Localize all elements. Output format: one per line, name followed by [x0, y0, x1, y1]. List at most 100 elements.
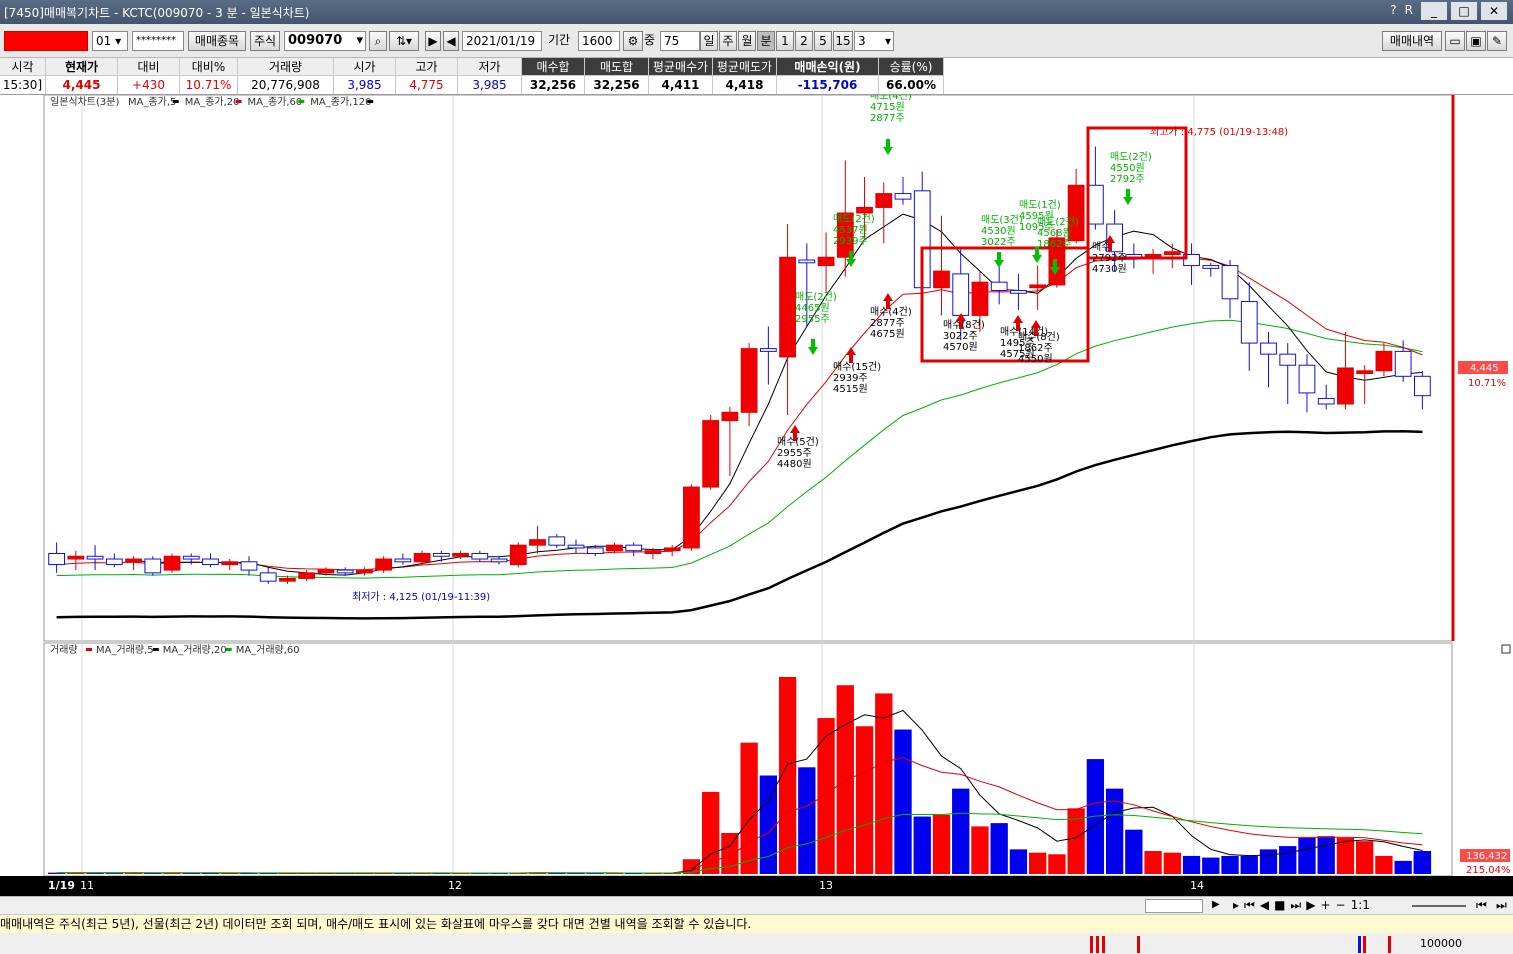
tool-icon[interactable]: ✎ — [1487, 31, 1507, 51]
candle-body[interactable] — [1260, 342, 1277, 355]
volume-bar[interactable] — [1394, 860, 1412, 874]
volume-bar[interactable] — [1048, 854, 1066, 874]
candle-body[interactable] — [606, 544, 623, 552]
unit-day-button[interactable]: 일 — [700, 31, 718, 51]
candle-body[interactable] — [721, 411, 739, 422]
candle-body[interactable] — [1413, 375, 1431, 397]
candle-body[interactable] — [317, 569, 335, 574]
minute-15-button[interactable]: 15 — [833, 31, 853, 51]
volume-bar[interactable] — [952, 788, 970, 874]
volume-panel-close-icon[interactable] — [1501, 644, 1511, 654]
candle-body[interactable] — [1029, 284, 1047, 289]
candle-body[interactable] — [259, 572, 277, 582]
candle-body[interactable] — [625, 544, 643, 552]
volume-bar[interactable] — [1182, 855, 1201, 874]
candle-body[interactable] — [1163, 251, 1181, 255]
ratio-label[interactable]: 1:1 — [1351, 898, 1370, 913]
play-icon[interactable]: ▸ — [1233, 898, 1239, 913]
scrollbar-thumb[interactable] — [1145, 899, 1203, 913]
volume-bar[interactable] — [932, 814, 951, 874]
candle-body[interactable] — [432, 552, 450, 557]
candle-body[interactable] — [1298, 364, 1316, 394]
candle-body[interactable] — [644, 550, 662, 554]
candle-body[interactable] — [894, 193, 912, 200]
account-field-redacted[interactable] — [4, 31, 88, 51]
candle-body[interactable] — [394, 558, 412, 563]
volume-bar[interactable] — [1125, 829, 1143, 874]
candle-body[interactable] — [298, 572, 316, 579]
candle-body[interactable] — [759, 348, 777, 352]
candle-body[interactable] — [452, 552, 469, 557]
scroll-end-left-icon[interactable]: ⏮ — [1476, 898, 1487, 913]
candle-body[interactable] — [683, 486, 700, 549]
candle-body[interactable] — [163, 555, 181, 571]
scroll-right-icon[interactable]: ▶ — [1212, 899, 1226, 913]
prev-icon[interactable]: ◀ — [1260, 898, 1269, 913]
volume-bar[interactable] — [817, 718, 835, 874]
candle-body[interactable] — [1240, 301, 1258, 344]
volume-bar[interactable] — [875, 693, 893, 874]
candle-body[interactable] — [202, 558, 219, 566]
prev-play-icon[interactable]: ◀ — [443, 31, 459, 51]
next-icon[interactable]: ⏭ — [1290, 898, 1301, 913]
volume-bar[interactable] — [1279, 846, 1297, 874]
candle-body[interactable] — [548, 536, 566, 546]
volume-bar[interactable] — [798, 767, 816, 874]
volume-bar[interactable] — [990, 823, 1008, 874]
trade-history-button[interactable]: 매매내역 — [1382, 31, 1442, 51]
candle-body[interactable] — [1375, 350, 1393, 372]
candle-body[interactable] — [490, 558, 508, 563]
period-input[interactable]: 1600 — [578, 31, 620, 51]
volume-bar[interactable] — [1144, 851, 1162, 874]
candle-body[interactable] — [971, 281, 989, 316]
unit-minute-button[interactable]: 분 — [757, 31, 775, 51]
candle-body[interactable] — [413, 552, 431, 563]
volume-bar[interactable] — [894, 729, 912, 874]
minimize-button[interactable]: _ — [1421, 2, 1447, 20]
candle-body[interactable] — [856, 206, 873, 214]
candle-body[interactable] — [509, 544, 527, 566]
candle-body[interactable] — [1279, 353, 1297, 366]
unit-month-button[interactable]: 월 — [738, 31, 756, 51]
zoom-slider[interactable] — [1412, 905, 1466, 907]
zoom-in-icon[interactable]: + — [1320, 898, 1330, 913]
volume-bar[interactable] — [1413, 851, 1432, 874]
volume-bar[interactable] — [721, 832, 739, 874]
type-label[interactable]: 주식 — [250, 31, 280, 51]
candle-body[interactable] — [702, 420, 720, 488]
last-icon[interactable]: ▶ — [1306, 898, 1315, 913]
first-icon[interactable]: ⏮ — [1244, 898, 1255, 913]
volume-bar[interactable] — [740, 742, 758, 874]
volume-bar[interactable] — [759, 775, 778, 875]
candle-body[interactable] — [336, 569, 354, 574]
candle-body[interactable] — [1317, 397, 1335, 405]
candle-body[interactable] — [375, 558, 393, 571]
candle-body[interactable] — [105, 558, 123, 566]
volume-bar[interactable] — [1009, 849, 1028, 874]
volume-bar[interactable] — [1317, 836, 1335, 874]
minute-select[interactable]: 3 ▾ — [854, 31, 894, 51]
volume-bar[interactable] — [1240, 855, 1258, 874]
volume-bar[interactable] — [1163, 852, 1181, 874]
sort-icon[interactable]: ⇅▾ — [389, 31, 419, 51]
candle-body[interactable] — [86, 555, 104, 560]
folder-icon[interactable]: ▭ — [1445, 31, 1465, 51]
minute-2-button[interactable]: 2 — [795, 31, 813, 51]
close-button[interactable]: ✕ — [1481, 2, 1507, 20]
candle-body[interactable] — [1356, 370, 1374, 375]
candle-body[interactable] — [567, 544, 585, 549]
trade-item-button[interactable]: 매매종목 — [188, 31, 246, 51]
maximize-button[interactable]: □ — [1451, 2, 1477, 20]
candle-body[interactable] — [48, 552, 66, 566]
volume-bar[interactable] — [1336, 837, 1355, 874]
settings-icon[interactable]: ⚙ — [623, 31, 643, 51]
save-icon[interactable]: ▣ — [1466, 31, 1486, 51]
volume-bar[interactable] — [1298, 837, 1316, 874]
candle-body[interactable] — [586, 547, 604, 554]
candle-body[interactable] — [779, 256, 796, 358]
candle-body[interactable] — [952, 273, 970, 316]
middle-input[interactable]: 75 — [660, 31, 700, 51]
stop-icon[interactable]: ■ — [1274, 898, 1285, 913]
search-icon[interactable]: ⌕ — [369, 31, 387, 51]
candle-body[interactable] — [1221, 265, 1239, 300]
